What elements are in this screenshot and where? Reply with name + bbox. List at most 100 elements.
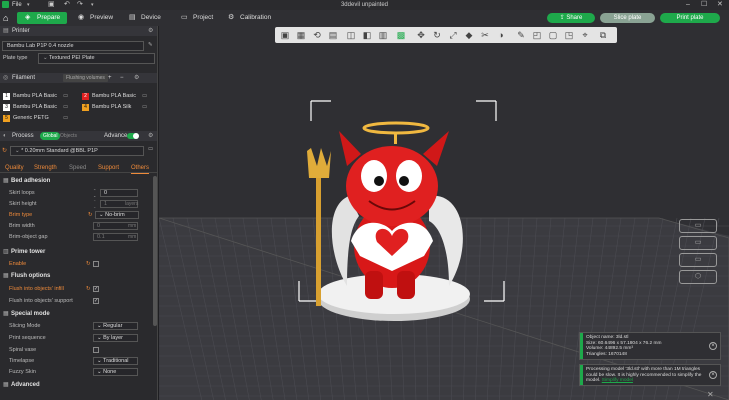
brim-type-row: Brim type ↻ ⌄ No-brim <box>0 210 152 220</box>
flush-support-checkbox[interactable]: ✓ <box>93 298 99 304</box>
maximize-icon[interactable]: ☐ <box>701 0 707 10</box>
panel-scrollbar[interactable] <box>153 176 157 326</box>
tab-support[interactable]: Support <box>98 163 119 173</box>
layers-icon[interactable]: ▥ <box>377 29 389 41</box>
print-sequence-select[interactable]: ⌄ By layer <box>93 334 138 342</box>
edit-icon[interactable]: ▭ <box>63 114 68 123</box>
global-toggle[interactable]: Global <box>40 132 61 140</box>
text-icon[interactable]: ▢ <box>547 29 559 41</box>
add-plate-icon[interactable]: ▦ <box>295 29 307 41</box>
process-preset-select[interactable]: ⌄ * 0.20mm Standard @BBL P1P <box>10 146 144 156</box>
edit-icon[interactable]: ✎ <box>148 42 153 48</box>
scale-icon[interactable]: ⤢ <box>447 29 459 41</box>
fuzzy-skin-select[interactable]: ⌄ None <box>93 368 138 376</box>
tab-calibration[interactable]: ⚙ Calibration <box>220 12 280 24</box>
move-icon[interactable]: ✥ <box>415 29 427 41</box>
close-icon[interactable]: × <box>709 342 717 350</box>
share-button[interactable]: ⇪ Share <box>547 13 595 23</box>
view-iso-button[interactable]: ▭ <box>679 219 717 233</box>
measure-icon[interactable]: ◳ <box>563 29 575 41</box>
close-window-icon[interactable]: ✕ <box>717 0 723 10</box>
flush-infill-checkbox[interactable]: ✓ <box>93 286 99 292</box>
split-objects-icon[interactable]: ◫ <box>345 29 357 41</box>
tab-speed[interactable]: Speed <box>69 163 86 173</box>
minimize-icon[interactable]: – <box>686 0 690 10</box>
cut-icon[interactable]: ✂ <box>479 29 491 41</box>
process-section-header: ◐ Process Global Objects Advance ⚙ <box>0 131 157 141</box>
tab-strength[interactable]: Strength <box>34 163 57 173</box>
settings-icon[interactable]: ⚙ <box>148 131 153 141</box>
color-paint-icon[interactable]: ⌖ <box>579 29 591 41</box>
slicing-mode-select[interactable]: ⌄ Regular <box>93 322 138 330</box>
add-object-icon[interactable]: ▣ <box>279 29 291 41</box>
tab-device[interactable]: ▤ Device <box>121 12 171 24</box>
reset-icon[interactable]: ↻ <box>86 284 91 294</box>
filament-item[interactable]: 1 Bambu PLA Basic ▭ <box>3 92 69 101</box>
view-front-button[interactable]: ▭ <box>679 253 717 267</box>
tab-project[interactable]: ▭ Project <box>173 12 223 24</box>
3d-viewport[interactable]: ▣ ▦ ⟲ ▤ ◫ ◧ ▥ ▩ ✥ ↻ ⤢ ◆ ✂ ◑ ✎ ◰ ▢ ◳ ⌖ ⧉ … <box>159 26 729 400</box>
advanced-icon: ▦ <box>3 382 9 388</box>
view-top-button[interactable]: ▭ <box>679 236 717 250</box>
simplify-model-link[interactable]: Simplify model <box>602 378 633 383</box>
layout-icon[interactable]: ▩ <box>395 29 407 41</box>
stepper-icon[interactable]: ⌃ ⌄ <box>93 188 96 198</box>
refresh-icon[interactable]: ↻ <box>2 147 7 154</box>
printer-section-header: ▤ Printer ⚙ <box>0 26 157 36</box>
brim-gap-unit: mm <box>128 234 137 240</box>
seam-paint-icon[interactable]: ◰ <box>531 29 543 41</box>
spiral-vase-checkbox[interactable] <box>93 347 99 353</box>
devil-model[interactable] <box>289 96 519 326</box>
filament-item[interactable]: 2 Bambu PLA Basic ▭ <box>82 92 148 101</box>
tab-preview[interactable]: ◉ Preview <box>70 12 120 24</box>
objects-toggle[interactable]: Objects <box>60 131 77 141</box>
assembly-icon[interactable]: ⧉ <box>597 29 609 41</box>
print-plate-button[interactable]: Print plate <box>660 13 720 23</box>
tower-icon: ▥ <box>3 249 9 255</box>
support-paint-icon[interactable]: ✎ <box>515 29 527 41</box>
bed-adhesion-group: ▦ Bed adhesion <box>0 177 152 186</box>
filament-name: Bambu PLA Basic <box>92 93 137 99</box>
tab-quality[interactable]: Quality <box>5 163 24 173</box>
skirt-loops-input[interactable]: 0 <box>100 189 138 197</box>
edit-icon[interactable]: ▭ <box>63 103 68 112</box>
arrange-icon[interactable]: ▤ <box>327 29 339 41</box>
print-sequence-value: By layer <box>103 335 124 341</box>
home-icon[interactable]: ⌂ <box>3 12 13 24</box>
stepper-icon[interactable]: ⌃ ⌄ <box>93 199 96 209</box>
edit-icon[interactable]: ▭ <box>142 103 147 112</box>
flush-support-row: Flush into objects' support ✓ <box>0 296 152 306</box>
brim-type-select[interactable]: ⌄ No-brim <box>95 211 139 219</box>
timelapse-select[interactable]: ⌄ Traditional <box>93 357 138 365</box>
save-preset-icon[interactable]: ▭ <box>148 146 153 152</box>
reset-icon[interactable]: ↻ <box>88 210 93 220</box>
process-header: Process <box>12 133 34 139</box>
remove-filament-icon[interactable]: − <box>120 73 124 83</box>
mesh-boolean-icon[interactable]: ◑ <box>495 29 507 41</box>
more-icon[interactable]: ✕ <box>707 390 714 399</box>
filament-item[interactable]: 5 Generic PETG ▭ <box>3 114 69 123</box>
slice-plate-button[interactable]: Slice plate <box>600 13 655 23</box>
close-icon[interactable]: × <box>709 371 717 379</box>
tab-others[interactable]: Others <box>131 163 150 174</box>
plate-type-select[interactable]: ⌄ Textured PEI Plate <box>38 53 155 64</box>
filament-item[interactable]: 4 Bambu PLA Silk ▭ <box>82 103 148 112</box>
view-side-button[interactable]: ⬡ <box>679 270 717 284</box>
reset-icon[interactable]: ↻ <box>86 259 91 269</box>
auto-orient-icon[interactable]: ⟲ <box>311 29 323 41</box>
split-parts-icon[interactable]: ◧ <box>361 29 373 41</box>
filament-item[interactable]: 3 Bambu PLA Basic ▭ <box>3 103 69 112</box>
edit-icon[interactable]: ▭ <box>63 92 68 101</box>
filament-section-header: ◎ Filament Flushing volumes + − ⚙ <box>0 73 157 83</box>
printer-select[interactable]: Bambu Lab P1P 0.4 nozzle <box>2 41 144 51</box>
filament-color-swatch: 4 <box>82 104 89 111</box>
add-filament-icon[interactable]: + <box>108 73 112 83</box>
lay-on-face-icon[interactable]: ◆ <box>463 29 475 41</box>
tab-prepare[interactable]: ◈ Prepare <box>17 12 67 24</box>
prime-tower-checkbox[interactable] <box>93 261 99 267</box>
edit-icon[interactable]: ▭ <box>142 92 147 101</box>
settings-icon[interactable]: ⚙ <box>148 26 153 36</box>
rotate-icon[interactable]: ↻ <box>431 29 443 41</box>
settings-icon[interactable]: ⚙ <box>134 73 139 83</box>
flushing-volumes-button[interactable]: Flushing volumes <box>63 74 108 82</box>
